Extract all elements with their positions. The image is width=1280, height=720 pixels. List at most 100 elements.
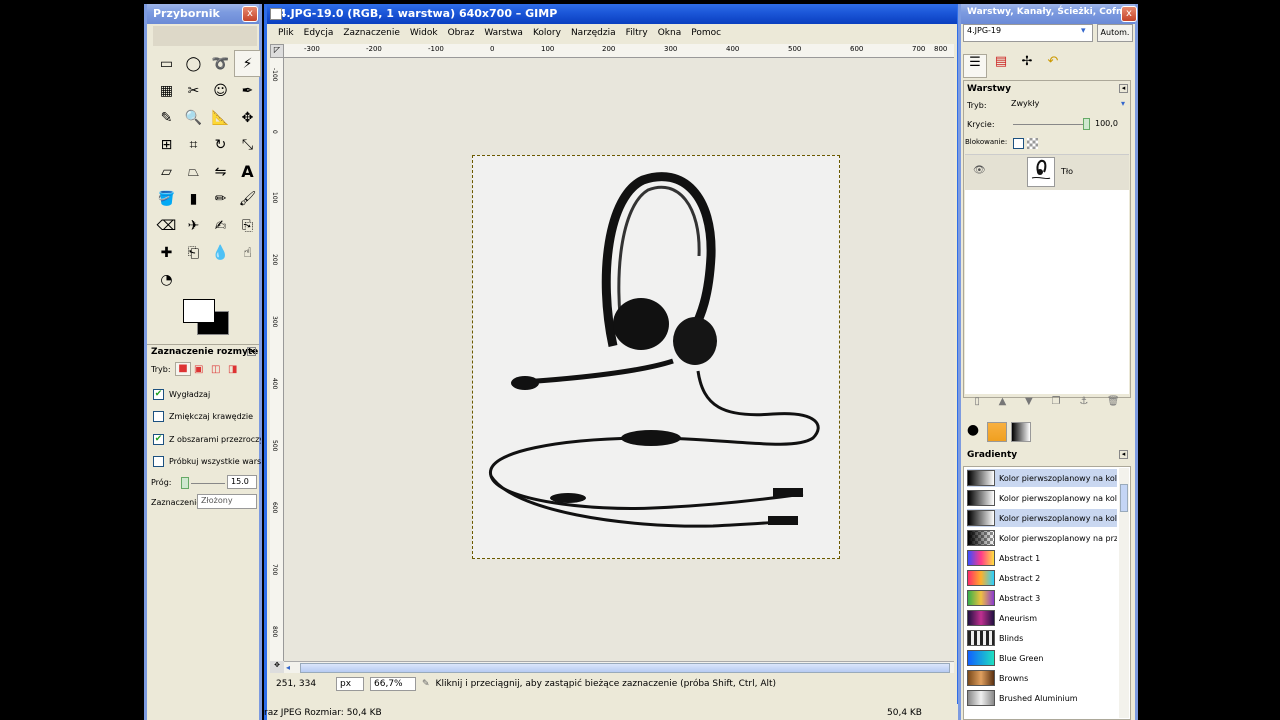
- pencil-icon[interactable]: ✏: [207, 185, 234, 212]
- image-canvas[interactable]: [284, 58, 954, 661]
- threshold-slider[interactable]: [181, 477, 225, 489]
- duplicate-layer-icon[interactable]: ❐: [1051, 396, 1060, 412]
- paths-icon[interactable]: ✒: [234, 77, 261, 104]
- mode-add-icon[interactable]: ▣: [194, 364, 203, 375]
- clone-icon[interactable]: ⎘: [234, 212, 261, 239]
- scroll-left-icon[interactable]: ◂: [286, 663, 296, 673]
- paintbrush-icon[interactable]: 🖌: [234, 185, 261, 212]
- sample-merged-checkbox[interactable]: [153, 455, 164, 467]
- menu-warstwa[interactable]: Warstwa: [479, 27, 528, 43]
- mode-subtract-icon[interactable]: ◫: [211, 364, 220, 375]
- gradient-item[interactable]: Kolor pierwszoplanowy na kolor tła: [967, 509, 1117, 527]
- patterns-tab-icon[interactable]: [987, 422, 1007, 442]
- auto-button[interactable]: Autom.: [1097, 24, 1133, 42]
- measure-icon[interactable]: 📐: [207, 104, 234, 131]
- image-select-dropdown[interactable]: 4.JPG-19: [963, 24, 1093, 42]
- feather-checkbox[interactable]: [153, 410, 164, 422]
- move-icon[interactable]: ✥: [234, 104, 261, 131]
- lock-alpha-icon[interactable]: [1027, 138, 1038, 149]
- menu-plik[interactable]: Plik: [273, 27, 299, 43]
- undo-tab-icon[interactable]: ↶: [1041, 54, 1065, 78]
- dock-close-button[interactable]: x: [1121, 6, 1137, 22]
- flip-icon[interactable]: ⇋: [207, 158, 234, 185]
- transparent-checkbox[interactable]: ✔: [153, 433, 164, 445]
- transparent-option[interactable]: ✔ Z obszarami przezroczystymi: [153, 432, 261, 446]
- menu-zaznaczenie[interactable]: Zaznaczenie: [338, 27, 405, 43]
- blur-icon[interactable]: 💧: [207, 239, 234, 266]
- menu-okna[interactable]: Okna: [653, 27, 687, 43]
- select-by-color-icon[interactable]: ▦: [153, 77, 180, 104]
- raise-layer-icon[interactable]: ▲: [999, 396, 1007, 412]
- gradient-item[interactable]: Kolor pierwszoplanowy na przezroczystość: [967, 529, 1117, 547]
- menu-widok[interactable]: Widok: [405, 27, 443, 43]
- color-picker-icon[interactable]: ✎: [153, 104, 180, 131]
- antialias-option[interactable]: ✔ Wygładzaj: [153, 387, 261, 401]
- rotate-icon[interactable]: ↻: [207, 131, 234, 158]
- menu-narzedzia[interactable]: Narzędzia: [566, 27, 621, 43]
- gradients-scroll-thumb[interactable]: [1120, 484, 1128, 512]
- anchor-layer-icon[interactable]: ⚓: [1079, 396, 1088, 412]
- chevron-down-icon[interactable]: ▾: [1081, 26, 1086, 36]
- gradient-item[interactable]: Kolor pierwszoplanowy na kolor tła (RGB): [967, 469, 1117, 487]
- layer-mode-dropdown[interactable]: Zwykły ▾: [1011, 99, 1127, 113]
- sample-merged-option[interactable]: Próbkuj wszystkie warstwy: [153, 454, 261, 468]
- bucket-fill-icon[interactable]: 🪣: [153, 185, 180, 212]
- gradient-item[interactable]: Abstract 2: [967, 569, 1117, 587]
- image-window-titlebar[interactable]: *4.JPG-19.0 (RGB, 1 warstwa) 640x700 – G…: [267, 4, 957, 24]
- dock-titlebar[interactable]: Warstwy, Kanały, Ścieżki, Cofni...: [961, 4, 1135, 24]
- gradients-tab-icon[interactable]: [1011, 422, 1031, 442]
- layers-menu-icon[interactable]: ◂: [1119, 84, 1128, 93]
- heal-icon[interactable]: ✚: [153, 239, 180, 266]
- shear-icon[interactable]: ▱: [153, 158, 180, 185]
- scale-icon[interactable]: ⤡: [234, 131, 261, 158]
- blend-icon[interactable]: ▮: [180, 185, 207, 212]
- gradient-item[interactable]: Abstract 1: [967, 549, 1117, 567]
- crop-icon[interactable]: ⌗: [180, 131, 207, 158]
- lower-layer-icon[interactable]: ▼: [1025, 396, 1033, 412]
- navigate-icon[interactable]: ✥: [270, 661, 284, 673]
- menu-pomoc[interactable]: Pomoc: [686, 27, 726, 43]
- opacity-slider[interactable]: [1013, 124, 1085, 125]
- gradients-menu-icon[interactable]: ◂: [1119, 450, 1128, 459]
- unit-dropdown[interactable]: px: [336, 677, 364, 691]
- layers-tab-icon[interactable]: ☰: [963, 54, 987, 78]
- rect-select-icon[interactable]: ▭: [153, 50, 180, 77]
- antialias-checkbox[interactable]: ✔: [153, 388, 164, 400]
- ink-icon[interactable]: ✍: [207, 212, 234, 239]
- foreground-select-icon[interactable]: ☺: [207, 77, 234, 104]
- eraser-icon[interactable]: ⌫: [153, 212, 180, 239]
- delete-layer-icon[interactable]: 🗑: [1107, 396, 1120, 412]
- menu-obraz[interactable]: Obraz: [443, 27, 480, 43]
- lock-pixels-checkbox[interactable]: [1013, 138, 1024, 149]
- text-icon[interactable]: A: [234, 158, 261, 185]
- perspective-clone-icon[interactable]: ⎗: [180, 239, 207, 266]
- fuzzy-select-icon[interactable]: ⚡: [234, 50, 261, 77]
- horizontal-scroll-thumb[interactable]: [300, 663, 950, 673]
- opacity-value[interactable]: 100,0: [1095, 119, 1118, 128]
- vertical-ruler[interactable]: -100 0 100 200 300 400 500 600 700 800: [270, 58, 284, 661]
- ellipse-select-icon[interactable]: ◯: [180, 50, 207, 77]
- feather-option[interactable]: Zmiękczaj krawędzie: [153, 409, 261, 423]
- airbrush-icon[interactable]: ✈: [180, 212, 207, 239]
- gradient-item[interactable]: Blinds: [967, 629, 1117, 647]
- opacity-slider-handle[interactable]: [1083, 118, 1090, 130]
- gradient-item[interactable]: Brushed Aluminium: [967, 689, 1117, 707]
- new-layer-icon[interactable]: ▯: [974, 396, 980, 412]
- quick-mask-icon[interactable]: ◸: [270, 44, 284, 58]
- gradient-item[interactable]: Blue Green: [967, 649, 1117, 667]
- eye-icon[interactable]: 👁: [973, 165, 986, 176]
- layer-row-tlo[interactable]: 👁 Tło: [965, 154, 1129, 190]
- perspective-icon[interactable]: ⏢: [180, 158, 207, 185]
- image-layer-with-selection[interactable]: [472, 155, 840, 559]
- mode-intersect-icon[interactable]: ◨: [228, 364, 237, 375]
- channels-tab-icon[interactable]: ▤: [989, 54, 1013, 78]
- lasso-icon[interactable]: ➰: [207, 50, 234, 77]
- horizontal-scrollbar[interactable]: ◂: [284, 661, 954, 673]
- toolbox-close-button[interactable]: x: [242, 6, 258, 22]
- brushes-tab-icon[interactable]: ●: [963, 422, 983, 442]
- horizontal-ruler[interactable]: -300 -200 -100 0 100 200 300 400 500 600…: [284, 44, 954, 58]
- mode-replace-icon[interactable]: ■: [175, 362, 191, 376]
- layer-name[interactable]: Tło: [1061, 167, 1073, 176]
- gradient-item[interactable]: Kolor pierwszoplanowy na kolor tła (HSV): [967, 489, 1117, 507]
- gradients-scrollbar[interactable]: [1119, 468, 1129, 718]
